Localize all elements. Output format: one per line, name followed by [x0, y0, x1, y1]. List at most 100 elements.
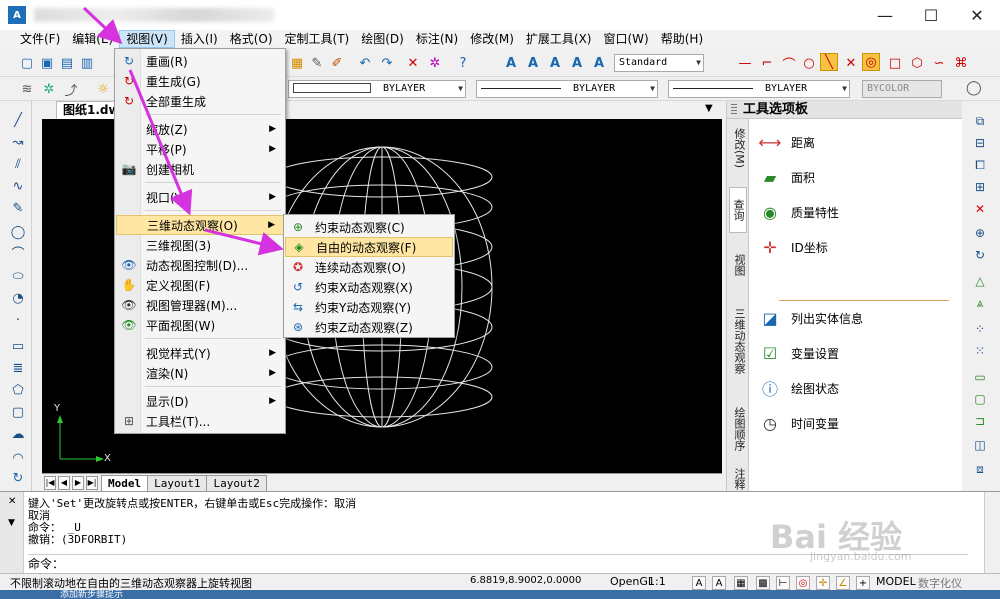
join-icon[interactable]: ▢ — [972, 391, 988, 407]
layer-manager-icon[interactable]: ≋ — [18, 80, 36, 98]
revcloud-icon[interactable]: ⌘ — [952, 54, 970, 72]
polyline-icon[interactable]: ⌐ — [758, 54, 776, 72]
palette-item-mass-properties[interactable]: ◉ 质量特性 — [755, 197, 839, 227]
arc-tool-icon[interactable]: ⌒ — [10, 247, 26, 263]
construction-line-icon[interactable]: ↝ — [10, 135, 26, 151]
maximize-button[interactable]: ☐ — [908, 0, 954, 30]
snap-icon[interactable]: ▦ — [734, 576, 748, 590]
stretch-icon[interactable]: ⩓ — [972, 295, 988, 311]
spline-icon[interactable]: ∽ — [930, 54, 948, 72]
explode-icon[interactable]: ⧈ — [972, 461, 988, 477]
submenu-item-constrained-orbit[interactable]: ⊕ 约束动态观察(C) — [285, 217, 453, 237]
osnap-icon[interactable]: ✛ — [816, 576, 830, 590]
menu-item-plan-view[interactable]: 👁 平面视图(W) — [116, 315, 284, 335]
polyline-tool-icon[interactable]: ∿ — [10, 179, 26, 195]
menu-help[interactable]: 帮助(H) — [655, 30, 709, 48]
region-icon[interactable]: ▢ — [10, 405, 26, 421]
next-layout-button[interactable]: ▶ — [72, 475, 84, 490]
help-icon[interactable]: ? — [454, 54, 472, 72]
text-style-select[interactable]: Standard ▼ — [614, 54, 704, 72]
text-scale-icon[interactable]: A — [568, 54, 586, 72]
annotation-visibility-icon[interactable]: A — [692, 576, 706, 590]
undo-icon[interactable]: ↶ — [356, 54, 374, 72]
palette-tab-query[interactable]: 查询 — [729, 187, 747, 233]
brush-icon[interactable]: ✐ — [328, 54, 346, 72]
hatch-icon[interactable]: ≣ — [10, 361, 26, 377]
menu-item-3d-orbit[interactable]: 三维动态观察(O) ▶ — [116, 215, 284, 235]
grip-icon[interactable] — [731, 104, 737, 116]
palette-item-area[interactable]: ▰ 面积 — [755, 162, 815, 192]
menu-item-render[interactable]: 渲染(N) ▶ — [116, 363, 284, 383]
delete-icon[interactable]: ✕ — [404, 54, 422, 72]
ellipse-icon[interactable]: ◎ — [862, 53, 880, 71]
palette-item-id-coord[interactable]: ✛ ID坐标 — [755, 232, 827, 262]
lineweight-select[interactable]: BYLAYER ▼ — [668, 80, 850, 98]
polygon-tool-icon[interactable]: ⬠ — [10, 383, 26, 399]
text-icon[interactable]: A — [502, 54, 520, 72]
menu-dimension[interactable]: 标注(N) — [410, 30, 464, 48]
menu-item-pan[interactable]: 平移(P) ▶ — [116, 139, 284, 159]
menu-item-zoom[interactable]: 缩放(Z) ▶ — [116, 119, 284, 139]
menu-edit[interactable]: 编辑(E) — [66, 30, 119, 48]
tab-layout2[interactable]: Layout2 — [206, 474, 267, 491]
minimize-button[interactable]: — — [862, 0, 908, 30]
submenu-item-orbit-x[interactable]: ↺ 约束X动态观察(X) — [285, 277, 453, 297]
redo-icon[interactable]: ↷ — [378, 54, 396, 72]
purge-icon[interactable]: ✲ — [426, 54, 444, 72]
submenu-item-continuous-orbit[interactable]: ✪ 连续动态观察(O) — [285, 257, 453, 277]
color-select[interactable]: BYLAYER ▼ — [288, 80, 466, 98]
palette-item-drawing-status[interactable]: ⓘ 绘图状态 — [755, 373, 839, 403]
tab-model[interactable]: Model — [101, 474, 149, 491]
cloud-icon[interactable]: ☁ — [10, 427, 26, 443]
last-layout-button[interactable]: ▶| — [86, 475, 98, 490]
copy-icon[interactable]: ⧉ — [972, 113, 988, 129]
menu-item-regen[interactable]: ↻ 重生成(G) — [116, 71, 284, 91]
chamfer-icon[interactable]: ⊐ — [972, 413, 988, 429]
mirror-icon[interactable]: ⊟ — [972, 135, 988, 151]
move-icon[interactable]: ⊕ — [972, 225, 988, 241]
menu-item-redraw[interactable]: ↻ 重画(R) — [116, 51, 284, 71]
line-icon[interactable]: — — [736, 54, 754, 72]
palette-tab-view[interactable]: 视图 — [729, 247, 747, 283]
menu-insert[interactable]: 插入(I) — [175, 30, 224, 48]
menu-item-create-camera[interactable]: 📷 创建相机 — [116, 159, 284, 179]
fillet-icon[interactable]: ◫ — [972, 437, 988, 453]
command-scrollbar[interactable] — [984, 492, 1000, 574]
menu-extend-tools[interactable]: 扩展工具(X) — [520, 30, 598, 48]
menu-item-view-manager[interactable]: 👁 视图管理器(M)... — [116, 295, 284, 315]
lightbulb-icon[interactable]: ☼ — [94, 80, 112, 98]
grid-icon[interactable]: ▩ — [756, 576, 770, 590]
menu-item-regen-all[interactable]: ↻ 全部重生成 — [116, 91, 284, 111]
menu-item-dynamic-view[interactable]: 👁 动态视图控制(D)... — [116, 255, 284, 275]
menu-modify[interactable]: 修改(M) — [464, 30, 520, 48]
match-prop-icon[interactable]: ✎ — [308, 54, 326, 72]
prev-layout-button[interactable]: ◀ — [58, 475, 70, 490]
offset-icon[interactable]: ⧠ — [972, 157, 988, 173]
menu-item-visual-style[interactable]: 视觉样式(Y) ▶ — [116, 343, 284, 363]
print-icon[interactable]: ▥ — [78, 54, 96, 72]
extend-icon[interactable]: ⁙ — [972, 343, 988, 359]
auto-scale-icon[interactable]: A — [712, 576, 726, 590]
menu-file[interactable]: 文件(F) — [14, 30, 66, 48]
ellipse-arc-icon[interactable]: ◔ — [10, 291, 26, 307]
palette-tab-annotation[interactable]: 注释 — [729, 467, 747, 491]
submenu-item-orbit-z[interactable]: ⊛ 约束Z动态观察(Z) — [285, 317, 453, 337]
menu-draw[interactable]: 绘图(D) — [355, 30, 410, 48]
plotstyle-select[interactable]: BYCOLOR — [862, 80, 942, 98]
erase-icon[interactable]: ✕ — [972, 201, 988, 217]
ellipse-tool-icon[interactable]: ⬭ — [10, 269, 26, 285]
layer-state-icon[interactable]: ✲ — [40, 80, 58, 98]
status-model[interactable]: MODEL — [876, 575, 916, 588]
circle-tool-icon[interactable]: ◯ — [10, 225, 26, 241]
arc-icon[interactable]: ⌒ — [780, 54, 798, 73]
ortho-icon[interactable]: ⊢ — [776, 576, 790, 590]
multiline-icon[interactable]: ⫽ — [10, 157, 26, 173]
layer-prev-icon[interactable]: ⤴ — [62, 80, 80, 99]
menu-window[interactable]: 窗口(W) — [598, 30, 655, 48]
rectangle-tool-icon[interactable]: ▭ — [10, 339, 26, 355]
paste-icon[interactable]: ▦ — [288, 54, 306, 72]
palette-tab-modify[interactable]: 修改(M) — [729, 127, 747, 169]
palette-item-time-variable[interactable]: ◷ 时间变量 — [755, 408, 839, 438]
polar-icon[interactable]: ◎ — [796, 576, 810, 590]
line-tool-icon[interactable]: ╱ — [10, 113, 26, 129]
